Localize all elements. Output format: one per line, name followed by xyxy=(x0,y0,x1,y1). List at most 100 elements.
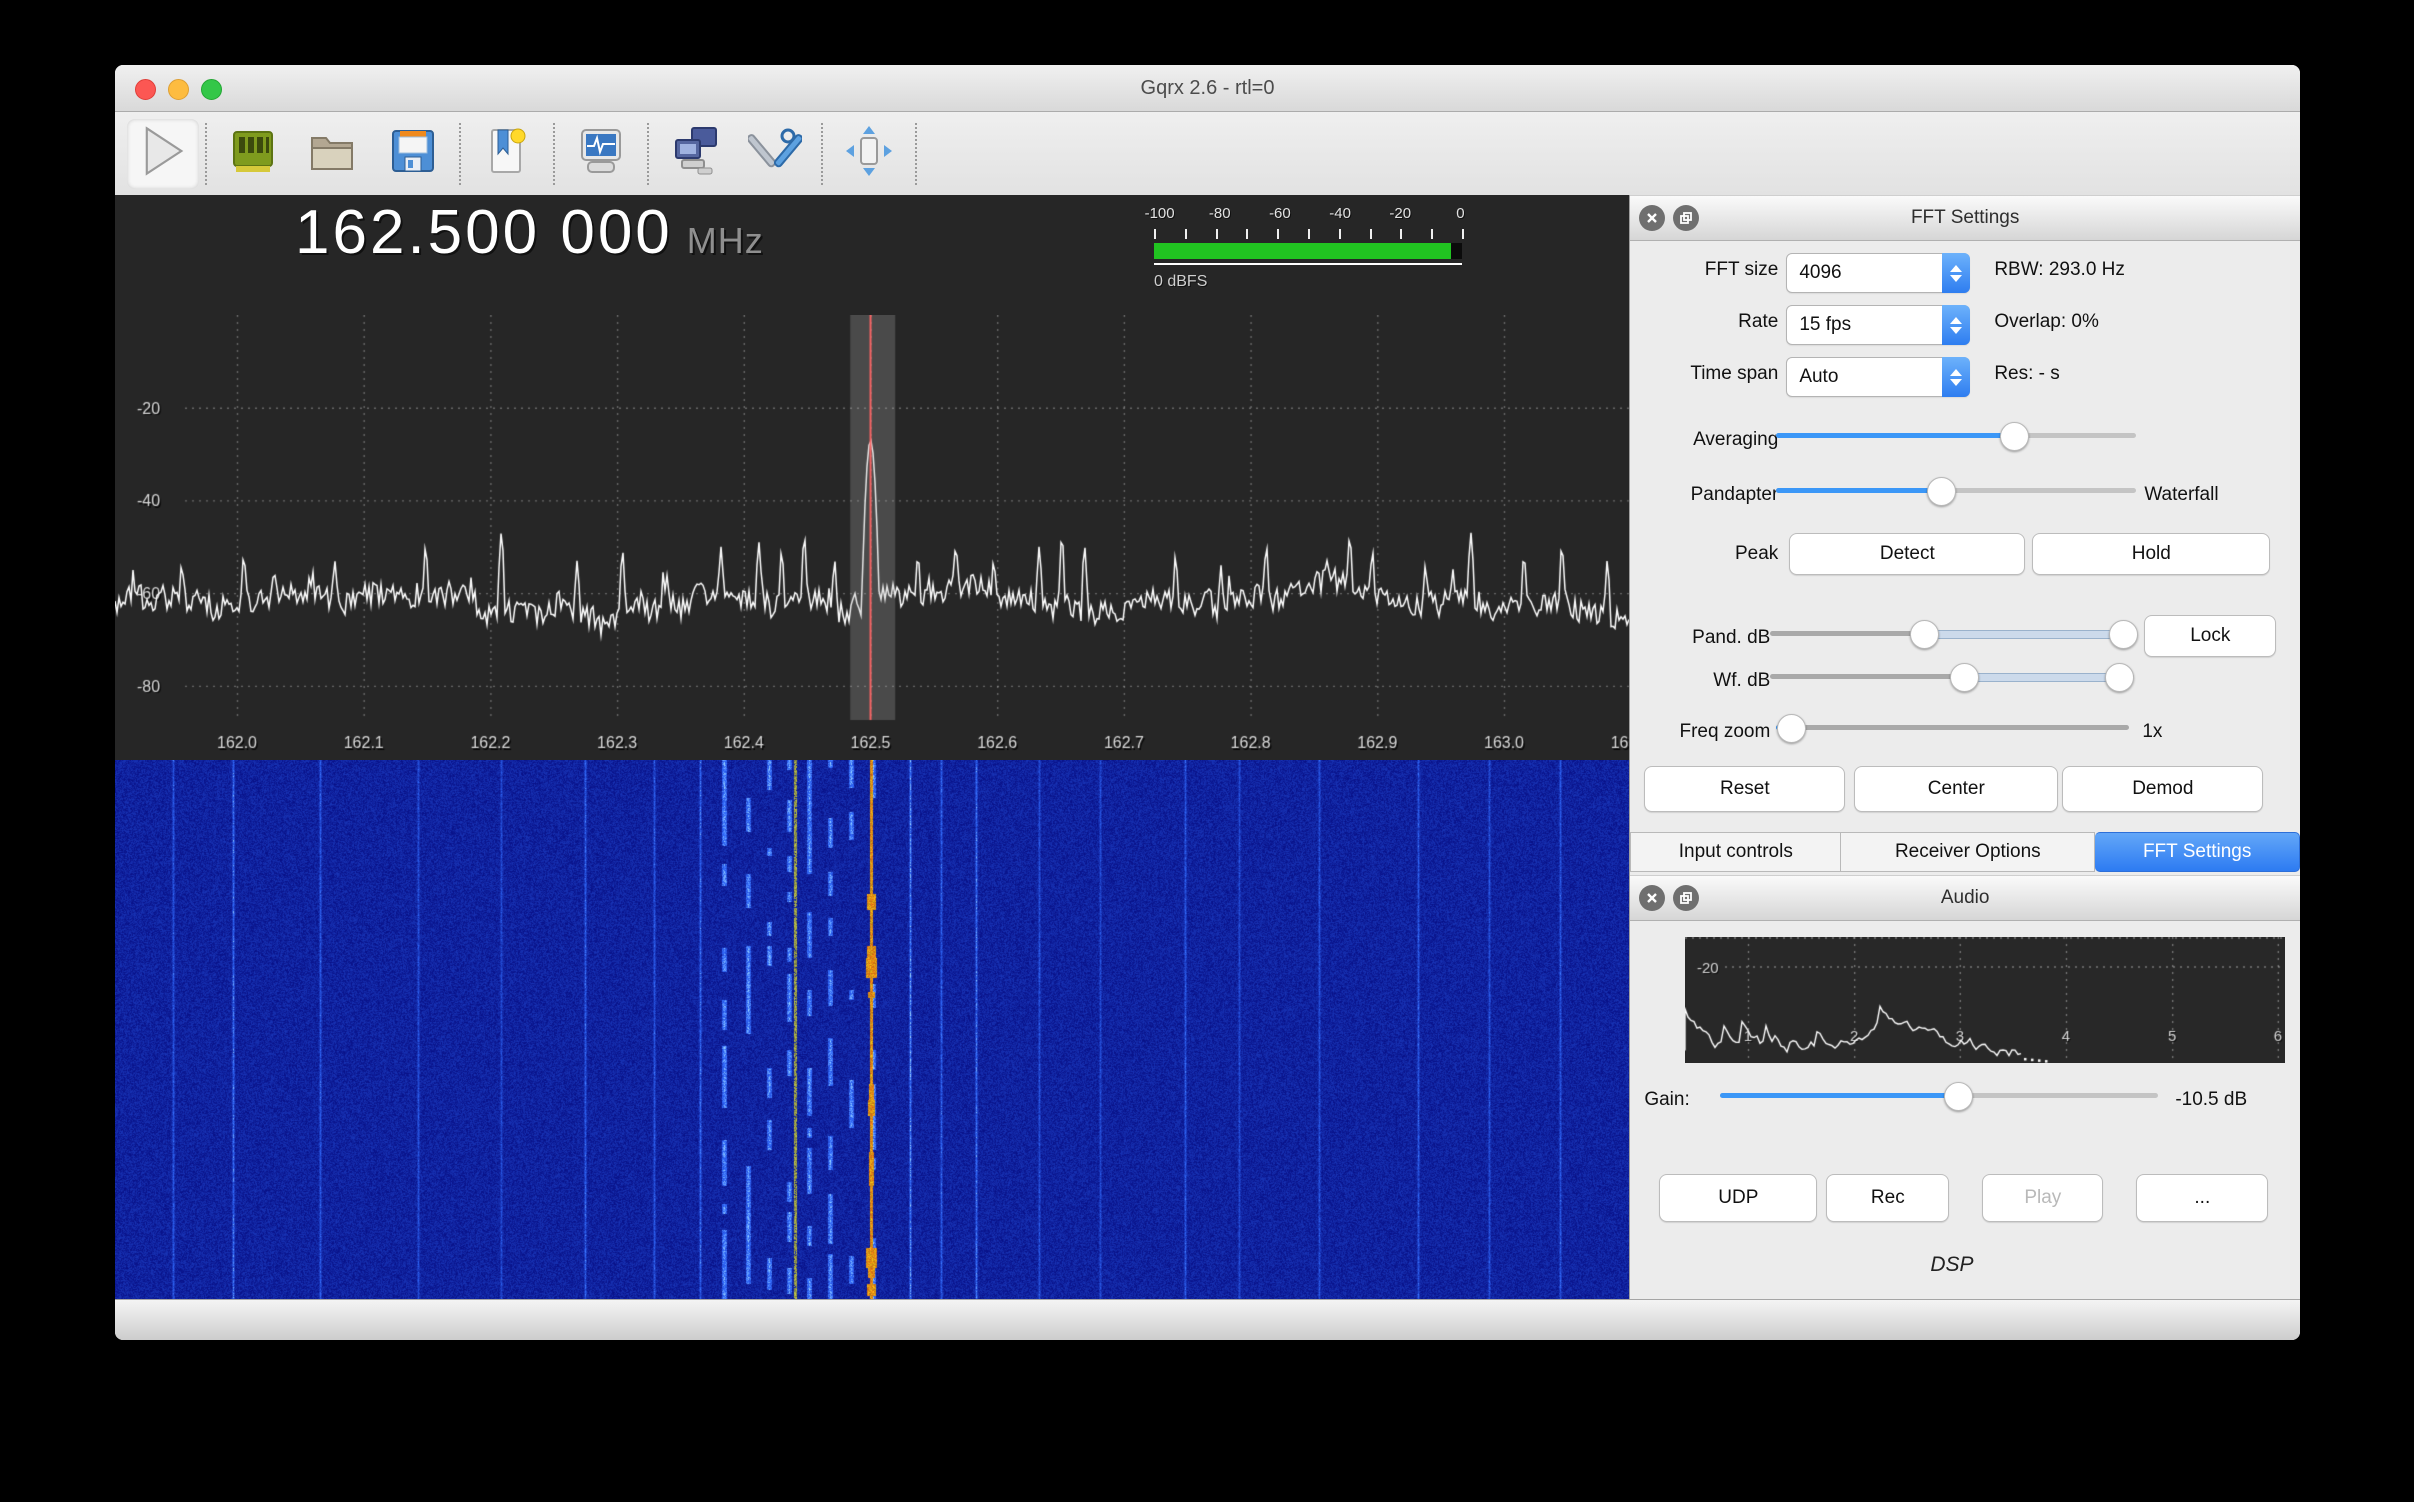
control-panel: FFT Settings FFT size 4096 RBW: 293.0 Hz… xyxy=(1629,195,2300,1300)
range-knob-high[interactable] xyxy=(2109,620,2138,649)
play-button[interactable]: Play xyxy=(1982,1174,2103,1222)
averaging-slider[interactable] xyxy=(1776,421,2136,449)
audio-dock-header: Audio xyxy=(1630,875,2300,921)
pandapter-waterfall-slider[interactable] xyxy=(1776,476,2136,504)
play-icon xyxy=(136,124,190,183)
slider-knob[interactable] xyxy=(1927,477,1956,506)
gain-value: -10.5 dB xyxy=(2175,1089,2247,1111)
audio-options-button[interactable]: ... xyxy=(2136,1174,2268,1222)
meter-tick-label: -20 xyxy=(1389,205,1411,222)
toolbar-separator xyxy=(647,123,649,185)
main-content: 162.500 000MHz -100-80-60-40-200 0 dBFS xyxy=(115,195,2300,1300)
open-settings-button[interactable] xyxy=(293,119,373,189)
meter-bar xyxy=(1154,243,1462,259)
title-bar[interactable]: Gqrx 2.6 - rtl=0 xyxy=(115,65,2300,112)
rate-label: Rate xyxy=(1630,311,1778,333)
tools-button[interactable] xyxy=(735,119,815,189)
status-bar xyxy=(115,1299,2300,1340)
dock-title: Audio xyxy=(1630,876,2300,920)
overlap-info: Overlap: 0% xyxy=(1994,311,2099,333)
window-title: Gqrx 2.6 - rtl=0 xyxy=(115,65,2300,111)
audio-gain-slider[interactable] xyxy=(1720,1081,2158,1109)
toolbar-separator xyxy=(205,123,207,185)
toolbar-separator xyxy=(821,123,823,185)
waterfall-canvas[interactable] xyxy=(115,760,1629,1300)
toolbar-separator xyxy=(915,123,917,185)
fft-size-label: FFT size xyxy=(1630,259,1778,281)
time-span-label: Time span xyxy=(1630,363,1778,385)
tab-receiver-options[interactable]: Receiver Options xyxy=(1841,832,2095,872)
remote-control-button[interactable] xyxy=(655,119,735,189)
freq-zoom-value: 1x xyxy=(2142,721,2162,743)
bookmarks-button[interactable] xyxy=(467,119,547,189)
fullscreen-button[interactable] xyxy=(829,119,909,189)
fft-size-select[interactable]: 4096 xyxy=(1786,253,1970,293)
pandapter-label: Pandapter xyxy=(1630,484,1778,506)
iq-recorder-button[interactable] xyxy=(561,119,641,189)
meter-tick-label: 0 xyxy=(1456,205,1464,222)
peak-label: Peak xyxy=(1630,543,1778,565)
peak-hold-button[interactable]: Hold xyxy=(2032,533,2270,575)
rec-button[interactable]: Rec xyxy=(1826,1174,1949,1222)
lock-button[interactable]: Lock xyxy=(2144,615,2276,657)
meter-tick-label: -60 xyxy=(1269,205,1291,222)
freq-zoom-slider[interactable] xyxy=(1776,713,2129,741)
tab-input-controls[interactable]: Input controls xyxy=(1630,832,1841,872)
folder-icon xyxy=(306,124,360,183)
fft-plot-canvas[interactable] xyxy=(115,315,1629,760)
rate-value: 15 fps xyxy=(1799,306,1851,344)
wrench-screwdriver-icon xyxy=(748,124,802,183)
bookmark-icon xyxy=(480,124,534,183)
range-knob-low[interactable] xyxy=(1910,620,1939,649)
pandapter-db-range-slider[interactable] xyxy=(1770,619,2134,647)
signal-strength-meter: -100-80-60-40-200 0 dBFS xyxy=(1150,205,1470,305)
meter-tick-label: -100 xyxy=(1145,205,1175,222)
audio-spectrum-canvas[interactable] xyxy=(1685,937,2285,1063)
rbw-info: RBW: 293.0 Hz xyxy=(1994,259,2125,281)
meter-underline xyxy=(1154,263,1462,265)
dock-title: FFT Settings xyxy=(1630,196,2300,240)
meter-tick-label: -40 xyxy=(1329,205,1351,222)
fft-size-value: 4096 xyxy=(1799,254,1841,292)
slider-knob[interactable] xyxy=(1944,1082,1973,1111)
frequency-digits[interactable]: 162.500 000 xyxy=(295,198,673,267)
range-knob-low[interactable] xyxy=(1950,663,1979,692)
toolbar-separator xyxy=(459,123,461,185)
fullscreen-arrows-icon xyxy=(842,124,896,183)
pand-db-label: Pand. dB xyxy=(1630,627,1770,649)
gain-label: Gain: xyxy=(1644,1089,1720,1111)
iq-monitor-icon xyxy=(574,124,628,183)
start-dsp-button[interactable] xyxy=(127,119,199,189)
time-span-select[interactable]: Auto xyxy=(1786,357,1970,397)
waterfall-label: Waterfall xyxy=(2144,484,2218,506)
spectrum-display: 162.500 000MHz -100-80-60-40-200 0 dBFS xyxy=(115,195,1629,1300)
fft-settings-dock-header: FFT Settings xyxy=(1630,195,2300,241)
range-knob-high[interactable] xyxy=(2105,663,2134,692)
dsp-footer-label: DSP xyxy=(1930,1253,1973,1277)
toolbar xyxy=(115,112,2300,196)
stepper-icon[interactable] xyxy=(1942,253,1970,293)
res-info: Res: - s xyxy=(1994,363,2059,385)
frequency-unit: MHz xyxy=(687,220,764,261)
waterfall-db-range-slider[interactable] xyxy=(1770,662,2134,690)
reset-button[interactable]: Reset xyxy=(1644,766,1845,812)
udp-button[interactable]: UDP xyxy=(1659,1174,1817,1222)
stepper-icon[interactable] xyxy=(1942,357,1970,397)
slider-knob[interactable] xyxy=(1777,714,1806,743)
peak-detect-button[interactable]: Detect xyxy=(1789,533,2025,575)
stepper-icon[interactable] xyxy=(1942,305,1970,345)
demod-button[interactable]: Demod xyxy=(2062,766,2263,812)
meter-fill xyxy=(1154,243,1451,259)
frequency-readout[interactable]: 162.500 000 MHz xyxy=(295,197,764,268)
rate-select[interactable]: 15 fps xyxy=(1786,305,1970,345)
meter-caption: 0 dBFS xyxy=(1154,273,1207,291)
slider-knob[interactable] xyxy=(2000,422,2029,451)
desktop: { "window": { "title": "Gqrx 2.6 - rtl=0… xyxy=(0,0,2414,1502)
network-computers-icon xyxy=(668,124,722,183)
center-button[interactable]: Center xyxy=(1854,766,2058,812)
gqrx-window: Gqrx 2.6 - rtl=0 xyxy=(115,65,2300,1340)
save-settings-button[interactable] xyxy=(373,119,453,189)
configure-io-button[interactable] xyxy=(213,119,293,189)
tab-fft-settings[interactable]: FFT Settings xyxy=(2095,832,2300,872)
device-chip-icon xyxy=(226,124,280,183)
